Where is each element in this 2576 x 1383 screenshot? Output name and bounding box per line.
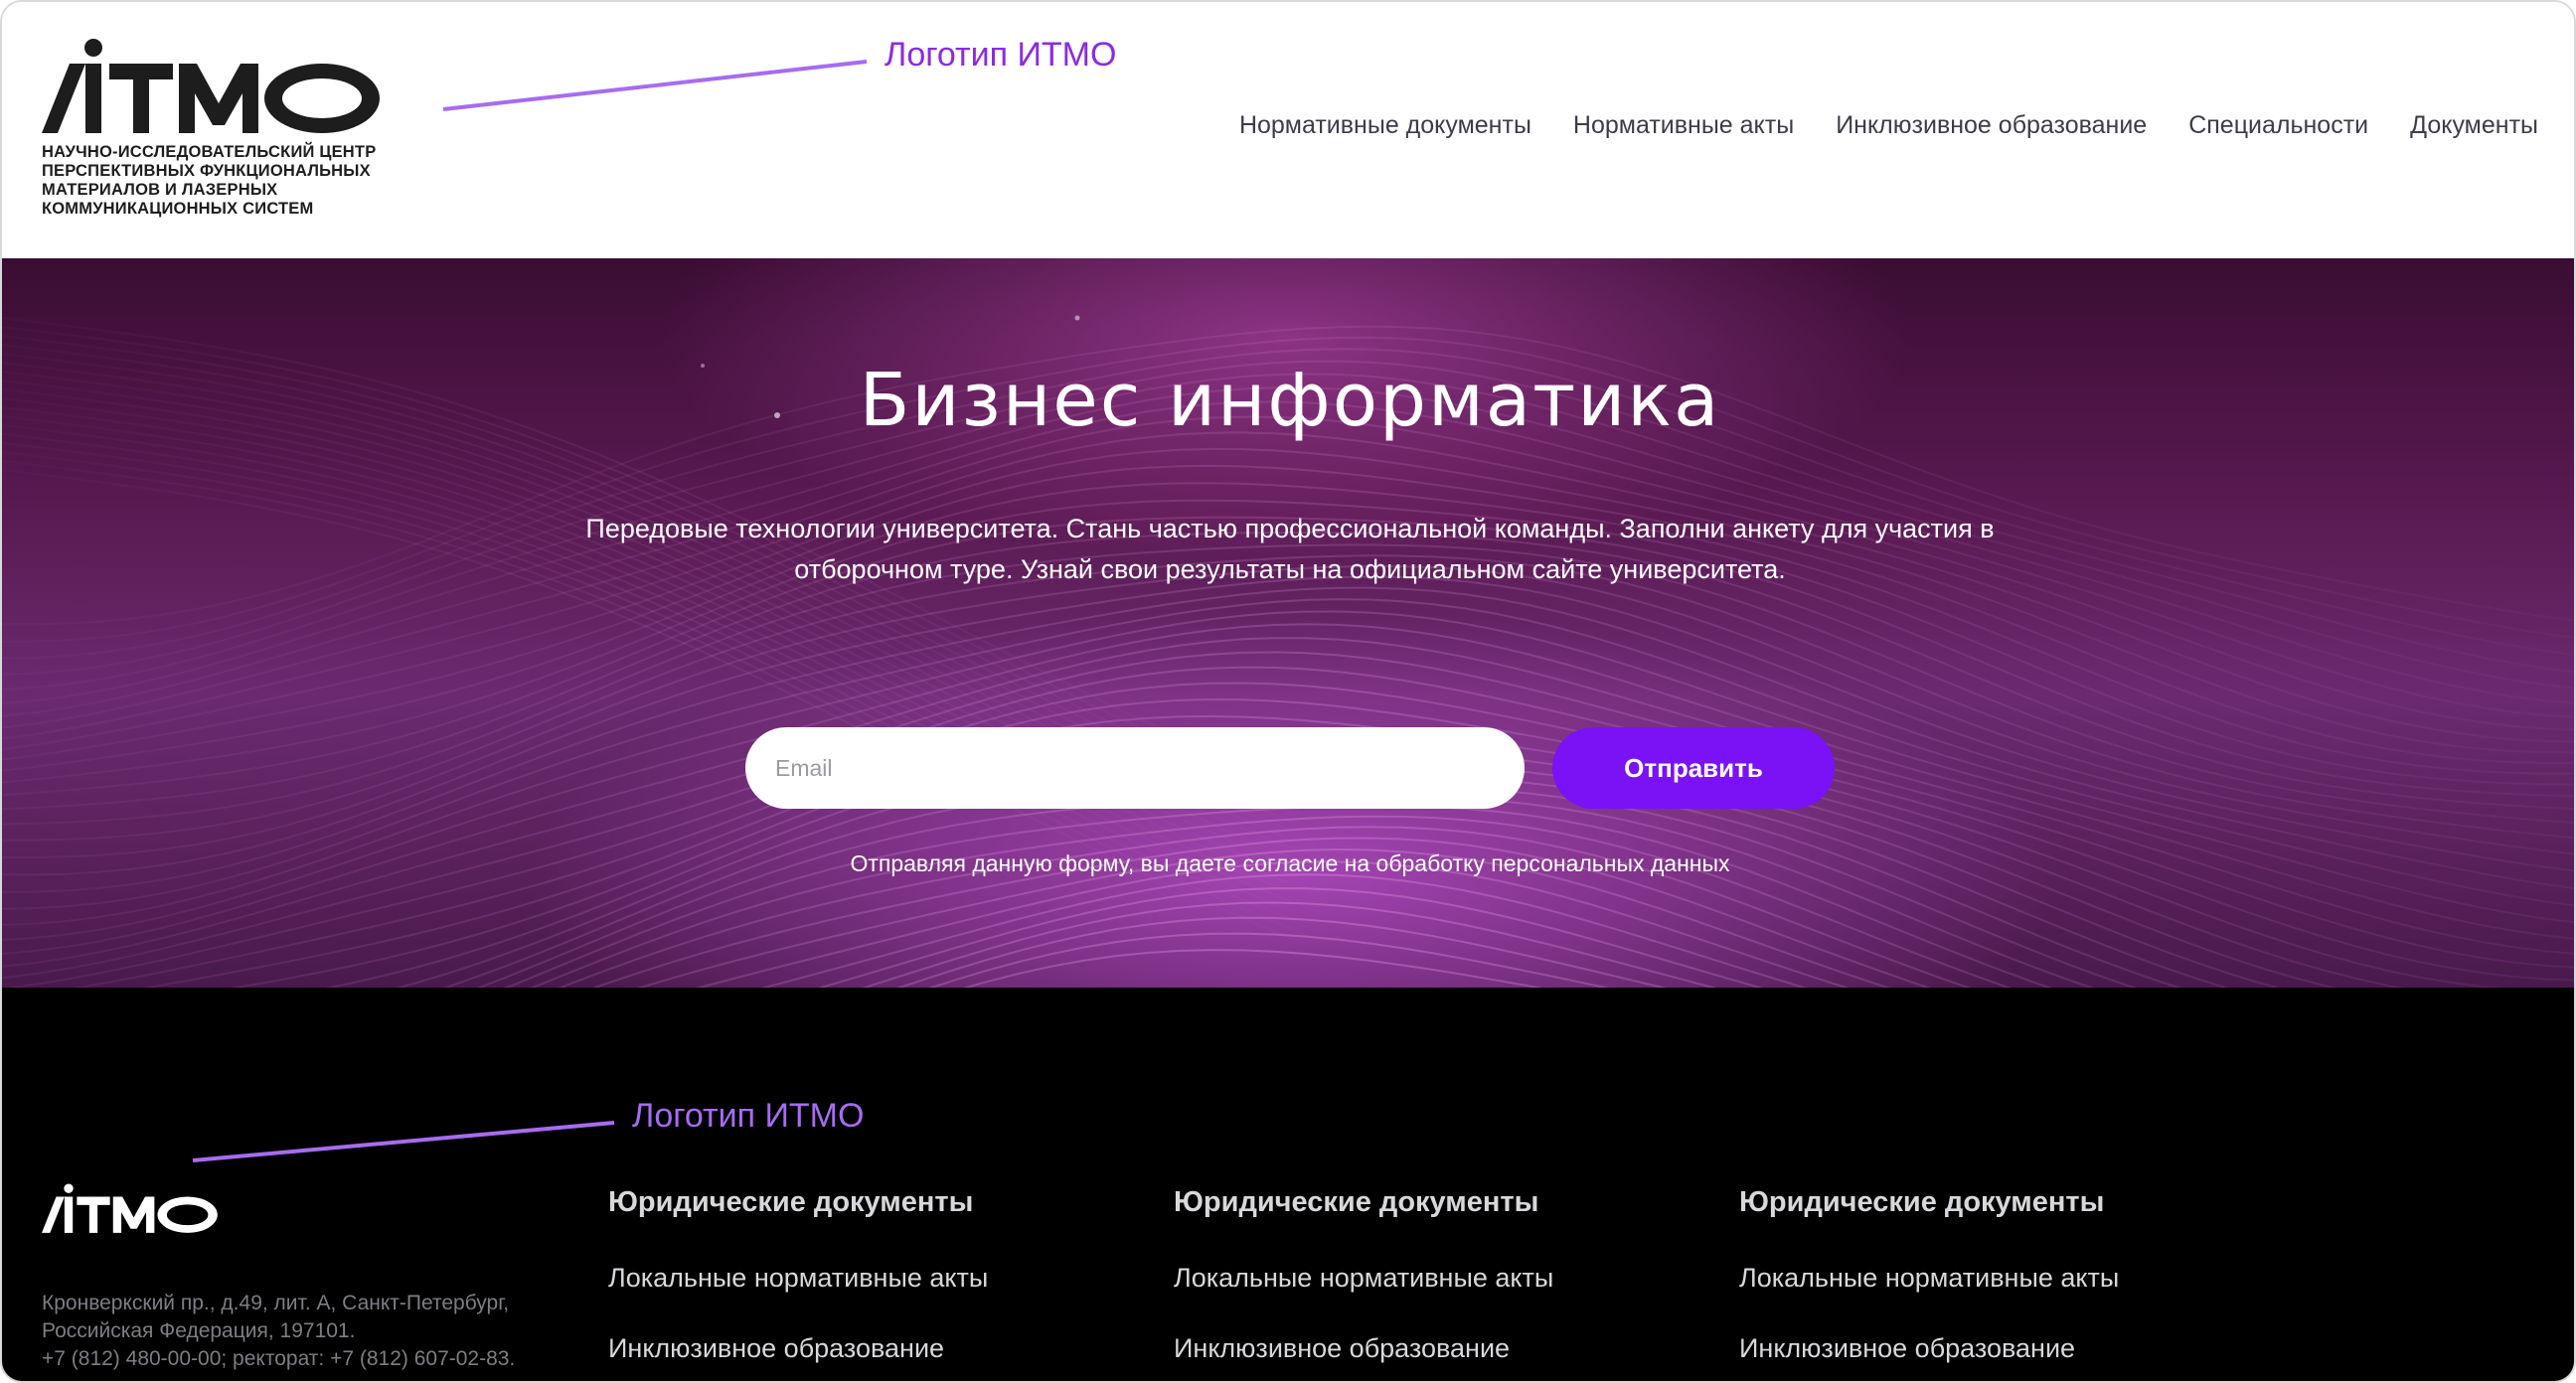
- main-nav: Нормативные документы Нормативные акты И…: [1239, 111, 2538, 140]
- footer-link-inclusive-education[interactable]: Инклюзивное образование: [608, 1333, 1145, 1364]
- footer-column: Юридические документы Локальные норматив…: [608, 1186, 1145, 1381]
- annotation-line: [442, 60, 868, 111]
- logo-subtitle: НАУЧНО-ИССЛЕДОВАТЕЛЬСКИЙ ЦЕНТР ПЕРСПЕКТИ…: [42, 143, 377, 218]
- site-footer: Логотип ИТМО Кронверкский пр., д.49, лит…: [2, 988, 2574, 1381]
- address-text: Кронверкский пр., д.49, лит. А, Санкт-Пе…: [42, 1292, 510, 1342]
- browser-frame: НАУЧНО-ИССЛЕДОВАТЕЛЬСКИЙ ЦЕНТР ПЕРСПЕКТИ…: [0, 0, 2576, 1383]
- footer-column-title: Юридические документы: [608, 1186, 974, 1218]
- footer-link-local-acts[interactable]: Локальные нормативные акты: [1739, 1263, 2276, 1294]
- logo-annotation: Логотип ИТМО: [885, 36, 1117, 74]
- footer-column-title: Юридические документы: [1739, 1186, 2105, 1218]
- footer-column-title: Юридические документы: [1174, 1186, 1539, 1218]
- footer-link-inclusive-education[interactable]: Инклюзивное образование: [1174, 1333, 1710, 1364]
- footer-link-local-acts[interactable]: Локальные нормативные акты: [608, 1263, 1145, 1294]
- email-input[interactable]: [745, 727, 1525, 809]
- footer-link-inclusive-education[interactable]: Инклюзивное образование: [1739, 1333, 2276, 1364]
- site-header: НАУЧНО-ИССЛЕДОВАТЕЛЬСКИЙ ЦЕНТР ПЕРСПЕКТИ…: [2, 2, 2574, 258]
- phones-text: +7 (812) 480-00-00; ректорат: +7 (812) 6…: [42, 1347, 516, 1370]
- footer-logo-annotation: Логотип ИТМО: [632, 1097, 865, 1135]
- footer-address: Кронверкский пр., д.49, лит. А, Санкт-Пе…: [42, 1290, 598, 1373]
- nav-item-normative-acts[interactable]: Нормативные акты: [1573, 111, 1794, 140]
- submit-button[interactable]: Отправить: [1552, 727, 1835, 809]
- hero-title: Бизнес информатика: [859, 358, 1721, 443]
- footer-column: Юридические документы Локальные норматив…: [1739, 1186, 2276, 1381]
- consent-text: Отправляя данную форму, вы даете согласи…: [850, 850, 1730, 876]
- nav-item-specialties[interactable]: Специальности: [2188, 111, 2368, 140]
- footer-annotation-line: [192, 1121, 615, 1162]
- itmo-logo[interactable]: НАУЧНО-ИССЛЕДОВАТЕЛЬСКИЙ ЦЕНТР ПЕРСПЕКТИ…: [42, 38, 400, 219]
- hero-description: Передовые технологии университета. Стань…: [585, 514, 1995, 584]
- nav-item-documents[interactable]: Документы: [2410, 111, 2538, 140]
- nav-item-normative-documents[interactable]: Нормативные документы: [1239, 111, 1531, 140]
- itmo-logo-mark: [42, 39, 380, 133]
- nav-item-inclusive-education[interactable]: Инклюзивное образование: [1836, 111, 2147, 140]
- footer-column: Юридические документы Локальные норматив…: [1174, 1186, 1710, 1381]
- footer-link-local-acts[interactable]: Локальные нормативные акты: [1174, 1263, 1710, 1294]
- hero-section: Бизнес информатика Передовые технологии …: [2, 258, 2574, 988]
- footer-itmo-logo[interactable]: [42, 1182, 223, 1241]
- footer-logo-mark: [42, 1183, 218, 1233]
